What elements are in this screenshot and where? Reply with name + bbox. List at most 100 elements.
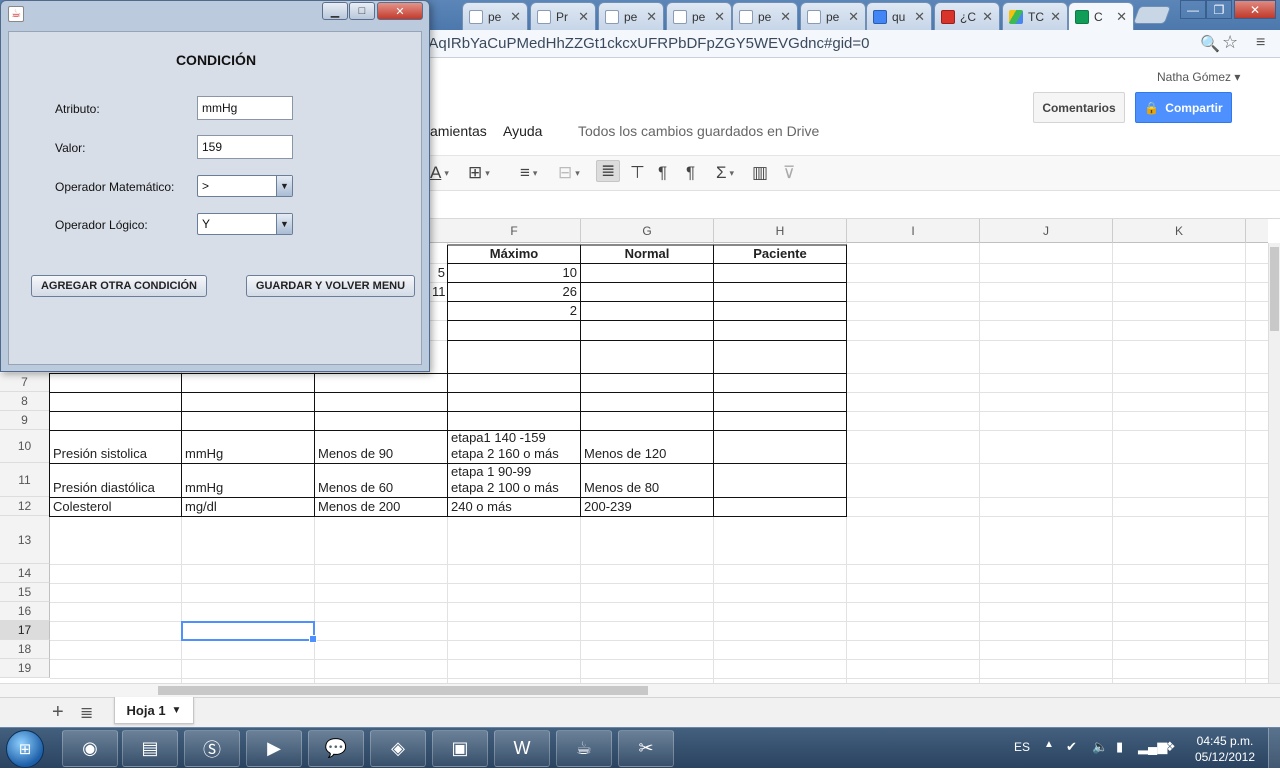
wrap-text-icon[interactable]: ≣ xyxy=(596,160,621,182)
dialog-titlebar[interactable]: ☕ ▁ □ ✕ xyxy=(1,1,429,28)
cell-e2[interactable]: 5 xyxy=(430,264,447,282)
cell-b10[interactable]: mmHg xyxy=(182,431,314,463)
cell-b11[interactable]: mmHg xyxy=(182,464,314,497)
zoom-icon[interactable]: 🔍 xyxy=(1200,34,1220,54)
close-tab-icon[interactable]: ✕ xyxy=(982,9,993,25)
cell-g11[interactable]: Menos de 80 xyxy=(581,464,713,497)
comments-button[interactable]: Comentarios xyxy=(1033,92,1125,123)
close-tab-icon[interactable]: ✕ xyxy=(646,9,657,25)
logic-operator-select[interactable]: Y ▼ xyxy=(197,213,293,235)
dropdown-arrow-icon[interactable]: ▼ xyxy=(276,214,292,234)
google-talk-taskbar-icon[interactable]: 💬 xyxy=(308,730,364,767)
word-taskbar-icon[interactable]: W xyxy=(494,730,550,767)
cell-paciente-header[interactable]: Paciente xyxy=(714,245,846,263)
browser-tab[interactable]: Pr ✕ xyxy=(530,2,596,30)
cell-g12[interactable]: 200-239 xyxy=(581,498,713,516)
vertical-scroll-thumb[interactable] xyxy=(1270,247,1279,331)
cell-c11[interactable]: Menos de 60 xyxy=(315,464,447,497)
browser-maximize-button[interactable]: ❐ xyxy=(1206,0,1232,19)
close-tab-icon[interactable]: ✕ xyxy=(780,9,791,25)
tool-taskbar-icon[interactable]: ✂ xyxy=(618,730,674,767)
close-tab-icon[interactable]: ✕ xyxy=(1116,9,1127,25)
chrome-taskbar-icon[interactable]: ◉ xyxy=(62,730,118,767)
volume-icon[interactable]: 🔈 xyxy=(1092,739,1108,755)
browser-tab[interactable]: pe ✕ xyxy=(598,2,664,30)
sheet-tab[interactable]: Hoja 1 ▼ xyxy=(114,697,194,724)
explorer-taskbar-icon[interactable]: ▤ xyxy=(122,730,178,767)
close-tab-icon[interactable]: ✕ xyxy=(578,9,589,25)
show-desktop-button[interactable] xyxy=(1268,728,1280,769)
user-account-menu[interactable]: Natha Gómez ▾ xyxy=(1157,70,1240,84)
cell-normal-header[interactable]: Normal xyxy=(581,245,713,263)
browser-tab[interactable]: pe ✕ xyxy=(800,2,866,30)
close-tab-icon[interactable]: ✕ xyxy=(848,9,859,25)
close-tab-icon[interactable]: ✕ xyxy=(1050,9,1061,25)
network-icon[interactable]: ▂▄▆ xyxy=(1138,739,1167,755)
save-return-menu-button[interactable]: GUARDAR Y VOLVER MENU xyxy=(246,275,415,297)
java-taskbar-icon[interactable]: ☕ xyxy=(556,730,612,767)
virtualbox-taskbar-icon[interactable]: ◈ xyxy=(370,730,426,767)
align-left-icon[interactable]: ≡ xyxy=(520,163,537,183)
vertical-scrollbar[interactable] xyxy=(1268,243,1280,683)
sheet-list-icon[interactable]: ≣ xyxy=(80,703,93,723)
browser-tab[interactable]: TC ✕ xyxy=(1002,2,1068,30)
cell-a11[interactable]: Presión diastólica xyxy=(50,464,181,497)
browser-tab[interactable]: qu ✕ xyxy=(866,2,932,30)
cell-f12[interactable]: 240 o más xyxy=(448,498,580,516)
ltr-icon[interactable]: ¶ xyxy=(658,163,667,183)
cell-g10[interactable]: Menos de 120 xyxy=(581,431,713,463)
dialog-close-button[interactable]: ✕ xyxy=(377,2,423,20)
text-color-icon[interactable]: A xyxy=(430,163,449,183)
address-bar[interactable]: 0AqIRbYaCuPMedHhZZGt1ckcxUFRPbDFpZGY5WEV… xyxy=(420,32,1250,56)
attribute-input[interactable]: mmHg xyxy=(197,96,293,120)
chevron-down-icon[interactable]: ▼ xyxy=(172,705,182,716)
browser-tab[interactable]: pe ✕ xyxy=(666,2,732,30)
media-player-taskbar-icon[interactable]: ▶ xyxy=(246,730,302,767)
add-sheet-icon[interactable]: + xyxy=(52,701,64,724)
dropbox-icon[interactable]: ❖ xyxy=(1164,739,1176,755)
cell-b12[interactable]: mg/dl xyxy=(182,498,314,516)
close-tab-icon[interactable]: ✕ xyxy=(714,9,725,25)
functions-icon[interactable]: Σ xyxy=(716,163,734,183)
browser-tab[interactable]: pe ✕ xyxy=(462,2,528,30)
battery-icon[interactable]: ▮ xyxy=(1116,739,1123,755)
bookmark-star-icon[interactable]: ☆ xyxy=(1222,32,1238,53)
cell-f4[interactable]: 2 xyxy=(448,302,580,320)
horizontal-scrollbar[interactable] xyxy=(0,683,1280,697)
close-tab-icon[interactable]: ✕ xyxy=(510,9,521,25)
browser-minimize-button[interactable]: — xyxy=(1180,0,1206,19)
cell-f2[interactable]: 10 xyxy=(448,264,580,282)
cell-maximo-header[interactable]: Máximo xyxy=(448,245,580,263)
cell-e3[interactable]: 11 xyxy=(430,283,447,301)
close-tab-icon[interactable]: ✕ xyxy=(914,9,925,25)
filter-icon[interactable]: ⊽ xyxy=(783,163,795,183)
browser-tab[interactable]: pe ✕ xyxy=(732,2,798,30)
share-button[interactable]: 🔒 Compartir xyxy=(1135,92,1232,123)
database-taskbar-icon[interactable]: ▣ xyxy=(432,730,488,767)
cell-a10[interactable]: Presión sistolica xyxy=(50,431,181,463)
browser-tab[interactable]: ¿C ✕ xyxy=(934,2,1000,30)
borders-icon[interactable]: ⊞ xyxy=(468,163,490,183)
merge-cells-icon[interactable]: ⊟ xyxy=(558,163,580,183)
cell-c10[interactable]: Menos de 90 xyxy=(315,431,447,463)
value-input[interactable]: 159 xyxy=(197,135,293,159)
clock-time[interactable]: 04:45 p.m. xyxy=(1192,734,1258,748)
dropdown-arrow-icon[interactable]: ▼ xyxy=(276,176,292,196)
dialog-minimize-button[interactable]: ▁ xyxy=(322,2,348,20)
dialog-maximize-button[interactable]: □ xyxy=(349,2,375,20)
math-operator-select[interactable]: > ▼ xyxy=(197,175,293,197)
browser-menu-icon[interactable]: ≡ xyxy=(1256,34,1265,52)
new-tab-button[interactable] xyxy=(1132,6,1172,24)
insert-chart-icon[interactable]: ▥ xyxy=(752,163,768,183)
cell-a12[interactable]: Colesterol xyxy=(50,498,181,516)
insert-row-icon[interactable]: ⊤ xyxy=(630,163,645,183)
browser-close-button[interactable]: ✕ xyxy=(1234,0,1276,19)
show-hidden-icons-icon[interactable]: ▲ xyxy=(1044,739,1054,750)
cell-f10[interactable]: etapa1 140 -159 etapa 2 160 o más xyxy=(448,431,580,463)
browser-tab-active[interactable]: C ✕ xyxy=(1068,2,1134,31)
skype-taskbar-icon[interactable]: Ⓢ xyxy=(184,730,240,767)
menu-tools[interactable]: amientas xyxy=(430,123,487,139)
cell-f3[interactable]: 26 xyxy=(448,283,580,301)
menu-help[interactable]: Ayuda xyxy=(503,123,542,139)
start-button[interactable]: ⊞ xyxy=(6,730,44,768)
